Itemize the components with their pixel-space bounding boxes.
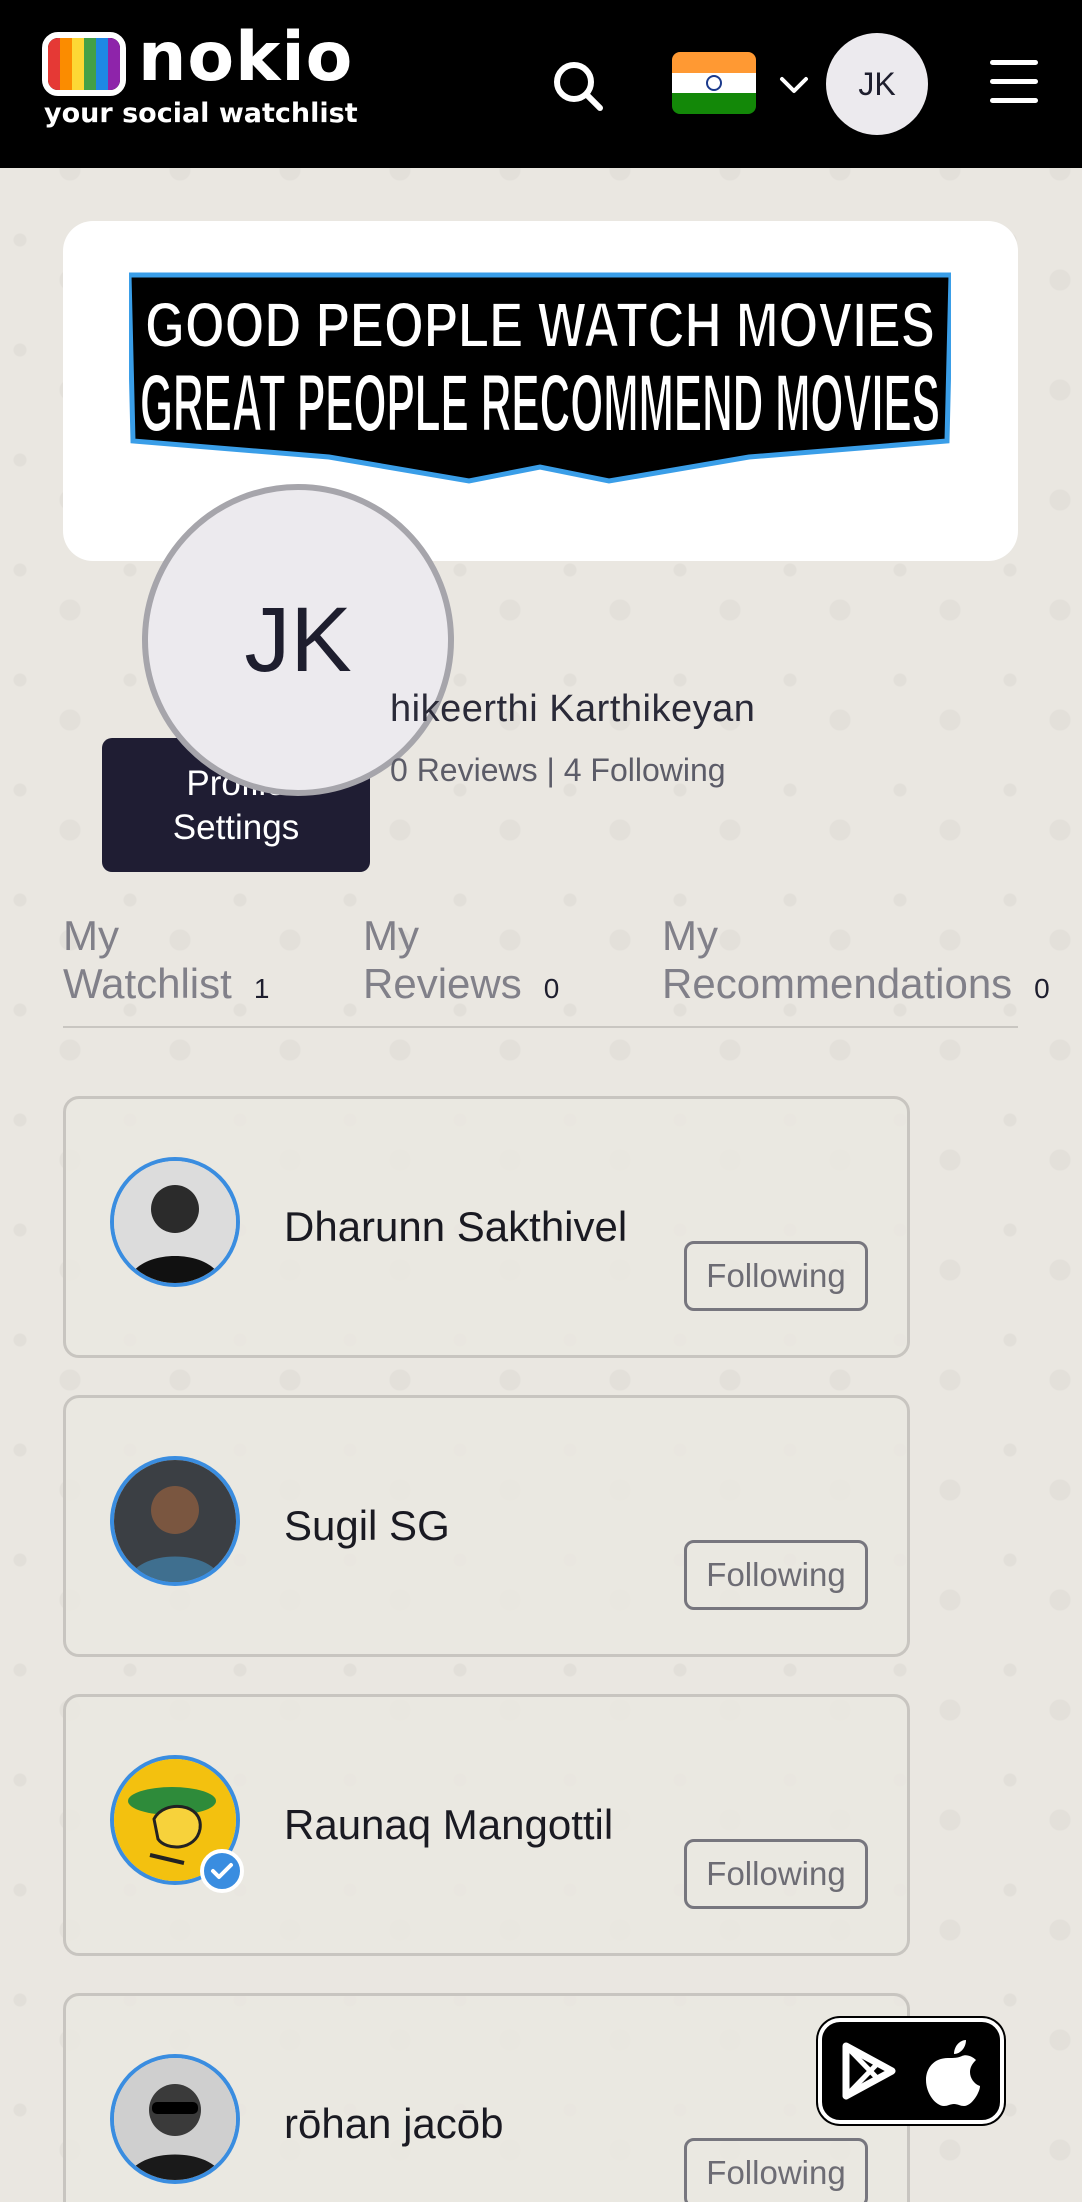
following-card[interactable]: Dharunn Sakthivel Following [63, 1096, 910, 1358]
following-card[interactable]: rōhan jacōb Following [63, 1993, 910, 2202]
tv-logo-icon [42, 32, 126, 96]
following-card[interactable]: Raunaq Mangottil Following [63, 1694, 910, 1956]
profile-stats: 0 Reviews | 4 Following [390, 752, 726, 788]
following-user-name[interactable]: Dharunn Sakthivel [284, 1203, 627, 1251]
app-store-widget[interactable] [818, 2018, 1004, 2124]
user-avatar-button[interactable]: JK [826, 33, 928, 135]
chevron-down-icon[interactable] [778, 72, 810, 98]
logo-tagline: your social watchlist [44, 98, 358, 129]
banner-artwork: GOOD PEOPLE WATCH MOVIES GREAT PEOPLE RE… [129, 272, 951, 484]
profile-tabs: My Watchlist 1 My Reviews 0 My Recommendat… [63, 912, 1050, 1028]
tab-recommendations-label-line1: My [662, 912, 718, 959]
profile-name: hikeerthi Karthikeyan [390, 688, 756, 730]
following-user-name[interactable]: Raunaq Mangottil [284, 1801, 613, 1849]
tab-recommendations[interactable]: My Recommendations 0 [662, 912, 1050, 1013]
tab-watchlist-label-line1: My [63, 912, 119, 959]
search-icon[interactable] [552, 60, 604, 112]
banner-line-2: GREAT PEOPLE RECOMMEND MOVIES [140, 358, 940, 449]
google-play-icon [842, 2042, 896, 2100]
following-card[interactable]: Sugil SG Following [63, 1395, 910, 1657]
tab-watchlist-count: 1 [253, 973, 270, 1004]
user-photo-avatar[interactable] [110, 1456, 240, 1586]
top-nav-bar: nokio your social watchlist JK [0, 0, 1082, 168]
tab-reviews[interactable]: My Reviews 0 [363, 912, 559, 1013]
tab-watchlist[interactable]: My Watchlist 1 [63, 912, 269, 1013]
banner-line-1: GOOD PEOPLE WATCH MOVIES [145, 289, 935, 361]
india-flag-icon[interactable] [672, 52, 756, 114]
following-button[interactable]: Following [684, 1241, 868, 1311]
tab-watchlist-label-line2: Watchlist [63, 960, 232, 1007]
profile-settings-label-line2: Settings [172, 808, 300, 847]
following-user-name[interactable]: Sugil SG [284, 1502, 450, 1550]
tab-reviews-label-line2: Reviews [363, 960, 522, 1007]
apple-icon [926, 2040, 980, 2106]
hamburger-menu-icon[interactable] [990, 60, 1038, 106]
nokio-logo[interactable]: nokio your social watchlist [42, 18, 358, 136]
following-button[interactable]: Following [684, 1839, 868, 1909]
logo-wordmark: nokio [138, 18, 354, 97]
tab-recommendations-count: 0 [1034, 973, 1050, 1004]
tab-recommendations-label-line2: Recommendations [662, 960, 1013, 1007]
user-photo-avatar[interactable] [110, 1157, 240, 1287]
following-button[interactable]: Following [684, 1540, 868, 1610]
tab-reviews-count: 0 [543, 973, 560, 1004]
verified-badge-icon [200, 1849, 244, 1893]
following-user-name[interactable]: rōhan jacōb [284, 2100, 504, 2148]
profile-avatar: JK [142, 484, 454, 796]
tab-reviews-label-line1: My [363, 912, 419, 959]
promo-banner: GOOD PEOPLE WATCH MOVIES GREAT PEOPLE RE… [63, 221, 1018, 561]
following-button[interactable]: Following [684, 2138, 868, 2202]
user-photo-avatar[interactable] [110, 2054, 240, 2184]
